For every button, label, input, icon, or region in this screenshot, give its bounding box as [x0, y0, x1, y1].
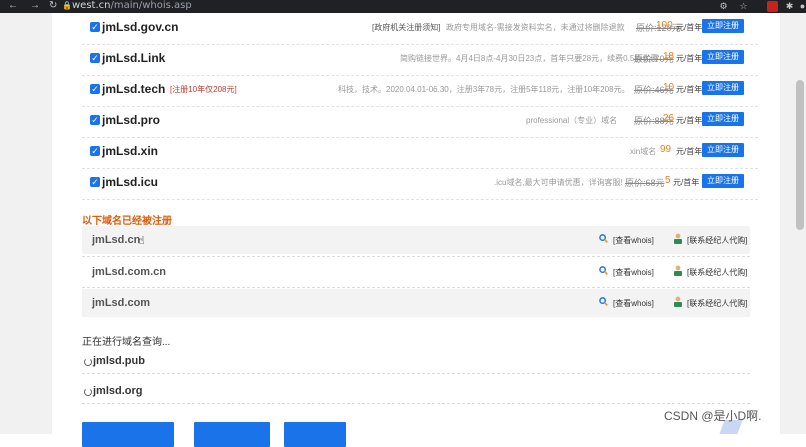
- available-row: ✓ jmLsd.xin xin域名 99 元/首年 立即注册: [82, 137, 758, 169]
- domain-desc: xin域名: [630, 147, 657, 156]
- domain-desc: .icu域名,最大可申请优惠，详询客服!: [494, 178, 623, 187]
- star-icon[interactable]: ☆: [738, 1, 749, 12]
- checkbox[interactable]: ✓: [90, 22, 100, 32]
- address-bar[interactable]: west.cn/main/whois.asp: [72, 0, 192, 13]
- whois-link[interactable]: [查看whois]: [613, 298, 654, 309]
- scrollbar-thumb[interactable]: [796, 80, 804, 230]
- browser-toolbar: ← → ↻ 🔒 west.cn/main/whois.asp ⚙ ☆ ✱ ●: [0, 0, 806, 13]
- agent-icon[interactable]: [673, 265, 683, 276]
- loading-spinner-icon: [84, 388, 92, 396]
- checkbox[interactable]: ✓: [90, 84, 100, 94]
- register-button[interactable]: 立即注册: [702, 143, 744, 157]
- registered-section-title: 以下域名已经被注册: [82, 216, 172, 227]
- price-unit: 元/首年: [676, 147, 703, 156]
- domain-name: jmLsd.tech: [102, 82, 166, 96]
- registered-row: jmLsd.cn [查看whois] [联系经纪人代购] ☝: [82, 226, 750, 254]
- register-button[interactable]: 立即注册: [702, 19, 744, 33]
- price-unit: 元/首年: [676, 116, 703, 125]
- puzzle-icon[interactable]: ✱: [784, 1, 795, 12]
- profile-icon[interactable]: ●: [797, 1, 806, 12]
- search-icon[interactable]: [599, 234, 608, 243]
- extension-icon[interactable]: [767, 1, 778, 12]
- url-path: /main/whois.asp: [110, 0, 192, 11]
- domain-desc: professional（专业）域名: [526, 116, 618, 125]
- watermark-text: CSDN @是小D啊.: [664, 409, 762, 423]
- broker-link[interactable]: [联系经纪人代购]: [687, 267, 747, 278]
- domain-name: jmLsd.gov.cn: [102, 20, 179, 34]
- search-icon[interactable]: [599, 266, 608, 275]
- available-row: ✓ jmLsd.gov.cn [政府机关注册须知] 政府专用域名-需接发资料实名…: [82, 13, 758, 45]
- price-unit: 元/首年: [676, 23, 703, 32]
- registered-row: jmLsd.com [查看whois] [联系经纪人代购]: [82, 289, 750, 317]
- querying-row: jmlsd.org: [82, 379, 750, 404]
- price-unit: 元/首年: [676, 85, 703, 94]
- checkbox[interactable]: ✓: [90, 115, 100, 125]
- domain-name: jmlsd.pub: [93, 355, 145, 367]
- divider: [82, 287, 750, 288]
- page-margin-left: [0, 13, 52, 434]
- hand-cursor-icon: ☝: [138, 235, 145, 247]
- whois-link[interactable]: [查看whois]: [613, 235, 654, 246]
- whois-link[interactable]: [查看whois]: [613, 267, 654, 278]
- loading-spinner-icon: [84, 358, 92, 366]
- agent-icon[interactable]: [673, 296, 683, 307]
- promo-label: [注册10年仅208元]: [170, 85, 237, 94]
- price: 100: [656, 20, 673, 31]
- price: 26: [663, 113, 675, 124]
- querying-row: jmlsd.pub: [82, 349, 750, 374]
- url-host: west.cn: [72, 0, 111, 11]
- register-button[interactable]: 立即注册: [702, 50, 744, 64]
- action-button[interactable]: [194, 422, 270, 447]
- available-row: ✓ jmLsd.pro professional（专业）域名 原价:88元 26…: [82, 106, 758, 138]
- price: 5: [665, 175, 671, 186]
- register-button[interactable]: 立即注册: [702, 112, 744, 126]
- back-arrow-icon[interactable]: ←: [8, 0, 18, 13]
- available-row: ✓ jmLsd.icu .icu域名,最大可申请优惠，详询客服! 原价:68元 …: [82, 168, 758, 200]
- original-price: 原价:68元: [625, 178, 665, 188]
- checkbox[interactable]: ✓: [90, 53, 100, 63]
- reload-icon[interactable]: ↻: [49, 0, 57, 13]
- domain-name: jmlsd.org: [93, 385, 143, 397]
- domain-name: jmLsd.xin: [102, 144, 159, 158]
- domain-name[interactable]: jmLsd.com.cn: [92, 266, 166, 278]
- domain-name[interactable]: jmLsd.cn: [92, 234, 140, 246]
- domain-name: jmLsd.icu: [102, 175, 159, 189]
- translate-icon[interactable]: ⚙: [718, 1, 729, 12]
- price-unit: 元/首年: [673, 178, 700, 187]
- search-icon[interactable]: [599, 297, 608, 306]
- register-button[interactable]: 立即注册: [702, 174, 744, 188]
- domain-name: jmLsd.pro: [102, 113, 161, 127]
- price: 18: [663, 51, 675, 62]
- register-button[interactable]: 立即注册: [702, 81, 744, 95]
- querying-section-title: 正在进行域名查询...: [82, 337, 171, 348]
- broker-link[interactable]: [联系经纪人代购]: [687, 298, 747, 309]
- bulk-register-button[interactable]: [82, 422, 174, 447]
- domain-desc: 政府专用域名-需接发资料实名，未通过将删除退款: [446, 23, 625, 32]
- registered-row: jmLsd.com.cn [查看whois] [联系经纪人代购]: [82, 258, 750, 286]
- forward-arrow-icon[interactable]: →: [30, 0, 40, 13]
- checkbox[interactable]: ✓: [90, 177, 100, 187]
- available-row: ✓ jmLsd.Link 简购链接世界。4月4日8点-4月30日23点，首年只要…: [82, 44, 758, 76]
- divider: [82, 256, 750, 257]
- price-unit: 元/首年: [676, 54, 703, 63]
- domain-desc: 简购链接世界。4月4日8点-4月30日23点，首年只要28元，续费0.5折优惠: [400, 54, 659, 63]
- checkbox[interactable]: ✓: [90, 146, 100, 156]
- main-content: ✓ jmLsd.gov.cn [政府机关注册须知] 政府专用域名-需接发资料实名…: [52, 13, 780, 447]
- action-button[interactable]: [284, 422, 346, 447]
- price: 99: [660, 144, 672, 155]
- agent-icon[interactable]: [673, 233, 683, 244]
- lock-icon: 🔒: [62, 1, 72, 10]
- price: 10: [663, 82, 675, 93]
- broker-link[interactable]: [联系经纪人代购]: [687, 235, 747, 246]
- domain-desc: 科技，技术。2020.04.01-06.30，注册3年78元，注册5年118元，…: [338, 85, 630, 94]
- gov-notice-link[interactable]: [政府机关注册须知]: [372, 22, 440, 33]
- available-row: ✓ jmLsd.tech [注册10年仅208元] 科技，技术。2020.04.…: [82, 75, 758, 107]
- domain-name[interactable]: jmLsd.com: [92, 297, 150, 309]
- domain-name: jmLsd.Link: [102, 51, 166, 65]
